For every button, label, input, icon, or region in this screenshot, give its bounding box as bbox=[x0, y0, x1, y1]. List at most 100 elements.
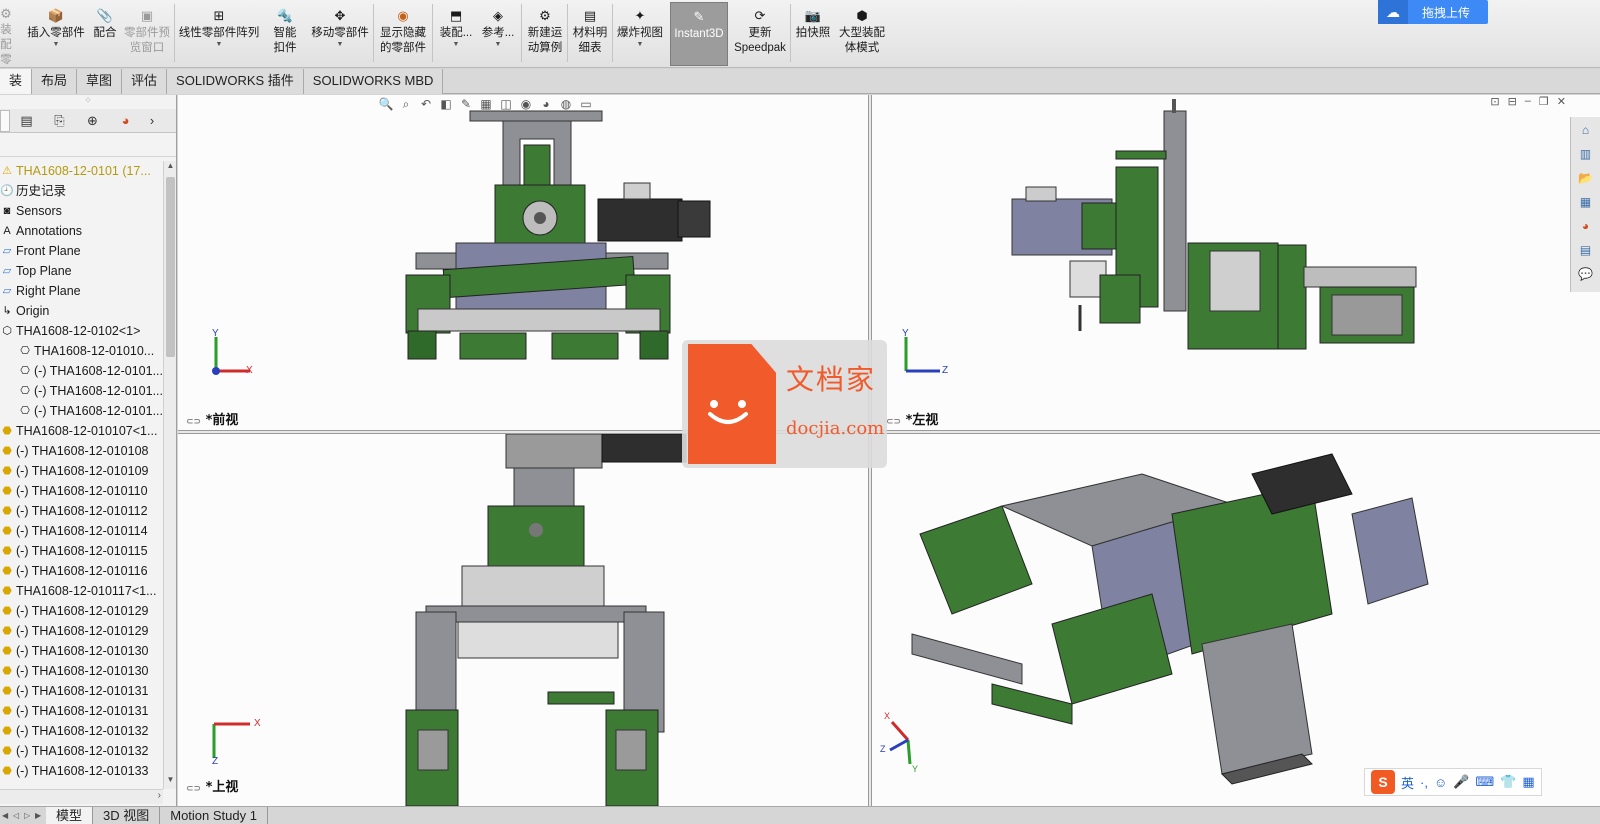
tab-3d-view[interactable]: 3D 视图 bbox=[93, 807, 161, 824]
tree-item[interactable]: ▱ Front Plane bbox=[0, 241, 163, 261]
dimxpert-icon[interactable]: ⊕ bbox=[76, 110, 109, 132]
snapshot-button[interactable]: 📷 拍快照 bbox=[793, 2, 833, 66]
tree-item[interactable]: ◙ Sensors bbox=[0, 201, 163, 221]
graphics-area[interactable]: 🔍 ⌕ ↶ ◧ ✎ ▦ ◫ ◉ ◕ ◍ ▭ Y X ⊂⊃ *前视 ⊡ ⊟ – ❐… bbox=[178, 95, 1600, 806]
last-tab-icon[interactable]: ▶ bbox=[35, 807, 45, 824]
tree-filter-bar[interactable] bbox=[0, 133, 176, 157]
tab-evaluate[interactable]: 评估 bbox=[122, 69, 168, 94]
tree-item[interactable]: ⬣ (-) THA1608-12-010109 bbox=[0, 461, 163, 481]
tab-assembly[interactable]: 装配体 bbox=[0, 69, 32, 94]
tab-solidworks-addins[interactable]: SOLIDWORKS 插件 bbox=[167, 69, 304, 94]
tab-layout[interactable]: 布局 bbox=[32, 69, 78, 94]
assembly-features-button[interactable]: ⬒ 装配... ▼ bbox=[436, 2, 476, 66]
insert-component-button[interactable]: 📦 插入零部件 ▼ bbox=[24, 2, 88, 66]
update-speedpak-button[interactable]: ⟳ 更新Speedpak bbox=[732, 2, 788, 66]
tree-item[interactable]: ↳ Origin bbox=[0, 301, 163, 321]
more-tabs-chevron-icon[interactable]: › bbox=[142, 110, 162, 132]
viewport-label-top: ⊂⊃ *上视 bbox=[186, 780, 239, 795]
design-library-icon[interactable]: ▥ bbox=[1577, 145, 1595, 163]
triad-x-label: X bbox=[884, 711, 891, 721]
microphone-icon[interactable]: 🎤 bbox=[1453, 774, 1469, 790]
tree-item[interactable]: ⎔ (-) THA1608-12-0101... bbox=[0, 401, 163, 421]
configuration-manager-icon[interactable]: ⎘ bbox=[43, 110, 76, 132]
bom-button[interactable]: ▤ 材料明细表 bbox=[570, 2, 610, 66]
tree-item[interactable]: 🕘 历史记录 bbox=[0, 181, 163, 201]
linear-pattern-button[interactable]: ⊞ 线性零部件阵列 ▼ bbox=[177, 2, 261, 66]
scroll-thumb[interactable] bbox=[166, 177, 175, 357]
component-preview-button[interactable]: ▣ 零部件预览窗口 bbox=[122, 2, 172, 66]
property-manager-icon[interactable]: ▤ bbox=[10, 110, 43, 132]
tree-item[interactable]: ⬣ (-) THA1608-12-010130 bbox=[0, 641, 163, 661]
tab-model[interactable]: 模型 bbox=[46, 807, 94, 824]
ime-mode-toggle[interactable]: 英 bbox=[1401, 773, 1414, 792]
tree-item[interactable]: ⬣ (-) THA1608-12-010110 bbox=[0, 481, 163, 501]
tree-vertical-scrollbar[interactable]: ▲ ▼ bbox=[163, 161, 176, 789]
tab-solidworks-mbd[interactable]: SOLIDWORKS MBD bbox=[303, 69, 444, 94]
tree-item[interactable]: ⬣ (-) THA1608-12-010116 bbox=[0, 561, 163, 581]
smart-fastener-button[interactable]: 🔩 智能扣件 bbox=[264, 2, 306, 66]
exploded-view-button[interactable]: ✦ 爆炸视图 ▼ bbox=[614, 2, 666, 66]
emoji-icon[interactable]: ☺ bbox=[1434, 775, 1447, 790]
tree-item[interactable]: ⬣ THA1608-12-010117<1... bbox=[0, 581, 163, 601]
reference-geometry-button[interactable]: ◈ 参考... ▼ bbox=[478, 2, 518, 66]
tree-item[interactable]: ⬣ (-) THA1608-12-010131 bbox=[0, 701, 163, 721]
tree-item[interactable]: ⬣ (-) THA1608-12-010133 bbox=[0, 761, 163, 781]
tree-item[interactable]: ⚠ THA1608-12-0101 (17... bbox=[0, 161, 163, 181]
prev-tab-icon[interactable]: ◁ bbox=[13, 807, 23, 824]
tree-item[interactable]: ▱ Top Plane bbox=[0, 261, 163, 281]
panel-grip-icon[interactable]: ⁘ bbox=[0, 95, 176, 109]
tree-item[interactable]: ⬣ (-) THA1608-12-010112 bbox=[0, 501, 163, 521]
scroll-right-icon[interactable]: › bbox=[158, 790, 161, 801]
viewport-isometric[interactable]: X Y Z bbox=[872, 434, 1600, 806]
scroll-down-icon[interactable]: ▼ bbox=[164, 775, 177, 789]
viewport-left[interactable]: ⊡ ⊟ – ❐ ✕ Y Z ⊂⊃ *左视 ⌂ ▥ 📂 ▦ ◕ ▤ 💬 bbox=[872, 95, 1600, 430]
scroll-up-icon[interactable]: ▲ bbox=[164, 161, 177, 175]
home-icon[interactable]: ⌂ bbox=[1577, 121, 1595, 139]
move-component-button[interactable]: ✥ 移动零部件 ▼ bbox=[310, 2, 370, 66]
tree-item[interactable]: ⬣ (-) THA1608-12-010115 bbox=[0, 541, 163, 561]
ribbon-component-button[interactable]: ⚙ 装配零件 bbox=[0, 2, 20, 66]
new-motion-study-button[interactable]: ⚙ 新建运动算例 bbox=[524, 2, 566, 66]
tree-item[interactable]: A Annotations bbox=[0, 221, 163, 241]
tree-item[interactable]: ⬣ THA1608-12-010107<1... bbox=[0, 421, 163, 441]
mate-button[interactable]: 📎 配合 bbox=[90, 2, 120, 66]
appearances-icon[interactable]: ◕ bbox=[1577, 217, 1595, 235]
show-hidden-button[interactable]: ◉ 显示隐藏的零部件 bbox=[376, 2, 430, 66]
toolbox-icon[interactable]: ▦ bbox=[1522, 774, 1534, 790]
sogou-logo-icon[interactable]: S bbox=[1371, 770, 1395, 794]
skin-icon[interactable]: 👕 bbox=[1500, 774, 1516, 790]
ime-punct-toggle[interactable]: ·, bbox=[1420, 775, 1428, 790]
feature-manager-tab[interactable] bbox=[0, 109, 10, 132]
tree-item[interactable]: ⬣ (-) THA1608-12-010132 bbox=[0, 721, 163, 741]
keyboard-icon[interactable]: ⌨ bbox=[1475, 774, 1494, 790]
instant3d-button[interactable]: ✎ Instant3D bbox=[670, 2, 728, 66]
tree-item[interactable]: ⬣ (-) THA1608-12-010114 bbox=[0, 521, 163, 541]
viewport-top[interactable]: X Z ⊂⊃ *上视 bbox=[178, 434, 868, 806]
tree-item[interactable]: ⎔ (-) THA1608-12-0101... bbox=[0, 381, 163, 401]
tree-item[interactable]: ⬡ THA1608-12-0102<1> bbox=[0, 321, 163, 341]
tree-item[interactable]: ⎔ (-) THA1608-12-0101... bbox=[0, 361, 163, 381]
display-manager-icon[interactable]: ◕ bbox=[109, 110, 142, 132]
tree-item[interactable]: ▱ Right Plane bbox=[0, 281, 163, 301]
tree-horizontal-scrollbar[interactable]: › bbox=[0, 789, 163, 804]
view-palette-icon[interactable]: ▦ bbox=[1577, 193, 1595, 211]
tree-item-label: THA1608-12-010107<1... bbox=[16, 424, 158, 438]
first-tab-icon[interactable]: ◀ bbox=[2, 807, 12, 824]
tree-item[interactable]: ⬣ (-) THA1608-12-010129 bbox=[0, 621, 163, 641]
tab-motion-study[interactable]: Motion Study 1 bbox=[160, 807, 268, 824]
tab-sketch[interactable]: 草图 bbox=[77, 69, 123, 94]
tree-item[interactable]: ⬣ (-) THA1608-12-010131 bbox=[0, 681, 163, 701]
top-view-model bbox=[405, 434, 687, 806]
tree-item[interactable]: ⬣ (-) THA1608-12-010129 bbox=[0, 601, 163, 621]
forum-icon[interactable]: 💬 bbox=[1577, 265, 1595, 283]
tree-item[interactable]: ⬣ (-) THA1608-12-010108 bbox=[0, 441, 163, 461]
tree-item[interactable]: ⬣ (-) THA1608-12-010130 bbox=[0, 661, 163, 681]
custom-properties-icon[interactable]: ▤ bbox=[1577, 241, 1595, 259]
file-explorer-icon[interactable]: 📂 bbox=[1577, 169, 1595, 187]
tree-item[interactable]: ⎔ THA1608-12-01010... bbox=[0, 341, 163, 361]
upload-button[interactable]: ☁ 拖拽上传 bbox=[1378, 0, 1488, 24]
viewport-horizontal-splitter[interactable] bbox=[178, 430, 1600, 434]
tree-item[interactable]: ⬣ (-) THA1608-12-010132 bbox=[0, 741, 163, 761]
large-assembly-button[interactable]: ⬢ 大型装配体模式 bbox=[836, 2, 888, 66]
next-tab-icon[interactable]: ▷ bbox=[24, 807, 34, 824]
